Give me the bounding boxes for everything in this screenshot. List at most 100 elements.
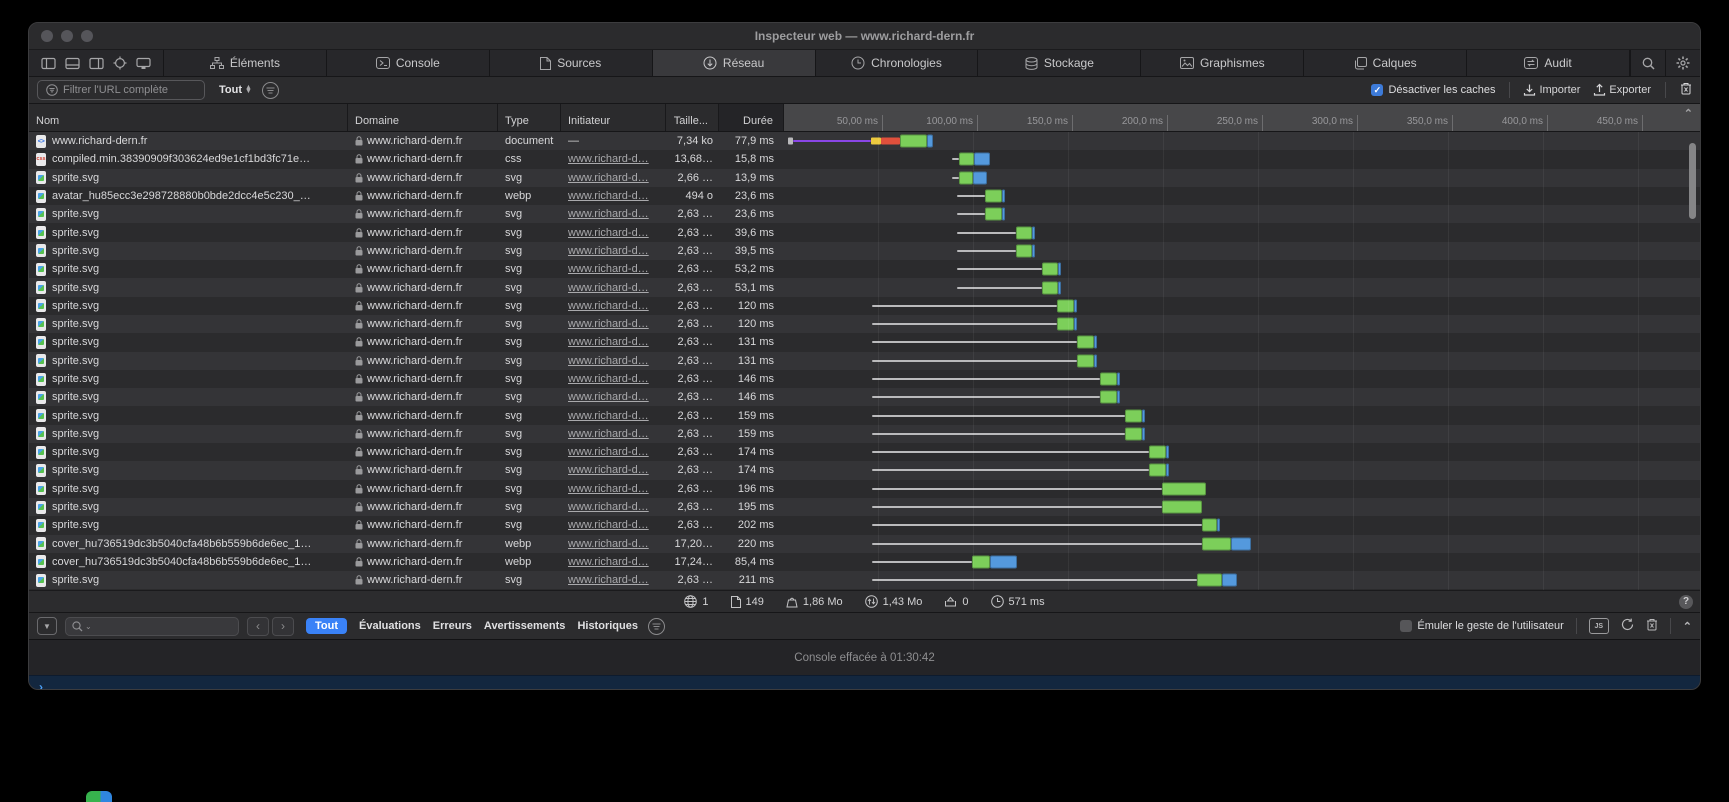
resource-initiator[interactable]: www.richard-d…: [568, 519, 649, 531]
dock-right-icon[interactable]: [89, 57, 104, 70]
reload-page-button[interactable]: [1621, 618, 1634, 634]
network-request-row[interactable]: sprite.svg www.richard-dern.fr svg www.r…: [29, 352, 1700, 370]
console-search-input[interactable]: ⌄: [65, 617, 239, 636]
resource-initiator[interactable]: www.richard-d…: [568, 574, 649, 586]
resource-initiator[interactable]: www.richard-d…: [568, 538, 649, 550]
scope-warnings[interactable]: Avertissements: [484, 620, 566, 632]
column-header-domain[interactable]: Domaine: [348, 104, 498, 131]
resource-initiator[interactable]: www.richard-d…: [568, 227, 649, 239]
resource-type: svg: [505, 373, 522, 385]
network-request-row[interactable]: sprite.svg www.richard-dern.fr svg www.r…: [29, 242, 1700, 260]
column-header-size[interactable]: Taille...: [666, 104, 719, 131]
tab-network[interactable]: Réseau: [653, 50, 816, 76]
collapse-waterfall-icon[interactable]: ⌃: [1684, 107, 1693, 120]
dock-left-icon[interactable]: [41, 57, 56, 70]
console-evaluations-button[interactable]: JS: [1589, 618, 1609, 634]
tab-console[interactable]: Console: [327, 50, 490, 76]
resource-duration: 211 ms: [739, 574, 774, 586]
column-header-type[interactable]: Type: [498, 104, 561, 131]
network-request-row[interactable]: sprite.svg www.richard-dern.fr svg www.r…: [29, 278, 1700, 296]
resource-initiator[interactable]: www.richard-d…: [568, 556, 649, 568]
resource-initiator[interactable]: www.richard-d…: [568, 483, 649, 495]
tab-elements[interactable]: Éléments: [164, 50, 327, 76]
network-request-row[interactable]: sprite.svg www.richard-dern.fr svg www.r…: [29, 333, 1700, 351]
column-header-duration[interactable]: Durée: [719, 104, 784, 131]
emulate-user-gesture-checkbox[interactable]: Émuler le geste de l'utilisateur: [1400, 620, 1563, 632]
resource-initiator[interactable]: www.richard-d…: [568, 410, 649, 422]
network-request-row[interactable]: sprite.svg www.richard-dern.fr svg www.r…: [29, 169, 1700, 187]
resource-initiator[interactable]: www.richard-d…: [568, 208, 649, 220]
network-request-row[interactable]: avatar_hu85ecc3e298728880b0bde2dcc4e5c23…: [29, 187, 1700, 205]
resource-initiator[interactable]: www.richard-d…: [568, 428, 649, 440]
resource-initiator[interactable]: www.richard-d…: [568, 336, 649, 348]
help-button[interactable]: ?: [1679, 595, 1693, 609]
column-header-initiator[interactable]: Initiateur: [561, 104, 666, 131]
resource-initiator[interactable]: www.richard-d…: [568, 300, 649, 312]
previous-result-button[interactable]: ‹: [247, 617, 269, 636]
tab-storage[interactable]: Stockage: [978, 50, 1141, 76]
network-request-row[interactable]: cover_hu736519dc3b5040cfa48b6b559b6de6ec…: [29, 553, 1700, 571]
console-prompt[interactable]: ›: [29, 675, 1700, 690]
url-filter-input[interactable]: Filtrer l'URL complète: [37, 80, 205, 100]
network-request-row[interactable]: sprite.svg www.richard-dern.fr svg www.r…: [29, 388, 1700, 406]
scope-logs[interactable]: Historiques: [577, 620, 638, 632]
scope-all[interactable]: Tout: [306, 618, 347, 634]
tab-timelines[interactable]: Chronologies: [816, 50, 979, 76]
clear-console-button[interactable]: [1646, 618, 1658, 634]
network-request-row[interactable]: sprite.svg www.richard-dern.fr svg www.r…: [29, 461, 1700, 479]
resource-domain: www.richard-dern.fr: [367, 538, 462, 550]
network-request-row[interactable]: sprite.svg www.richard-dern.fr svg www.r…: [29, 370, 1700, 388]
other-filters-button[interactable]: [262, 82, 279, 99]
resource-initiator[interactable]: www.richard-d…: [568, 190, 649, 202]
network-request-row[interactable]: sprite.svg www.richard-dern.fr svg www.r…: [29, 315, 1700, 333]
network-request-row[interactable]: sprite.svg www.richard-dern.fr svg www.r…: [29, 260, 1700, 278]
network-request-row[interactable]: csscompiled.min.38390909f303624ed9e1cf1b…: [29, 150, 1700, 168]
resource-type-select[interactable]: Tout ▲▼: [219, 84, 252, 96]
export-button[interactable]: Exporter: [1594, 84, 1651, 96]
tab-sources[interactable]: Sources: [490, 50, 653, 76]
resource-initiator[interactable]: www.richard-d…: [568, 318, 649, 330]
resource-initiator[interactable]: www.richard-d…: [568, 464, 649, 476]
resource-initiator[interactable]: www.richard-d…: [568, 245, 649, 257]
vertical-scrollbar[interactable]: [1689, 143, 1696, 219]
scope-evaluations[interactable]: Évaluations: [359, 620, 421, 632]
expand-console-button[interactable]: ⌃: [1683, 620, 1692, 633]
console-sources-picker[interactable]: ▼: [37, 617, 57, 635]
resource-initiator[interactable]: www.richard-d…: [568, 446, 649, 458]
clear-network-items-button[interactable]: [1680, 82, 1692, 98]
disable-caches-checkbox[interactable]: ✓ Désactiver les caches: [1371, 84, 1495, 96]
network-request-row[interactable]: sprite.svg www.richard-dern.fr svg www.r…: [29, 480, 1700, 498]
dock-bottom-icon[interactable]: [65, 57, 80, 70]
resource-initiator[interactable]: www.richard-d…: [568, 172, 649, 184]
network-request-row[interactable]: sprite.svg www.richard-dern.fr svg www.r…: [29, 425, 1700, 443]
network-request-row[interactable]: sprite.svg www.richard-dern.fr svg www.r…: [29, 205, 1700, 223]
resource-initiator[interactable]: www.richard-d…: [568, 153, 649, 165]
tab-graphics[interactable]: Graphismes: [1141, 50, 1304, 76]
network-request-row[interactable]: sprite.svg www.richard-dern.fr svg www.r…: [29, 297, 1700, 315]
search-button[interactable]: [1630, 50, 1665, 76]
element-picker-icon[interactable]: [113, 56, 127, 70]
resource-initiator[interactable]: www.richard-d…: [568, 391, 649, 403]
tab-audit[interactable]: Audit: [1467, 50, 1630, 76]
resource-initiator[interactable]: www.richard-d…: [568, 263, 649, 275]
network-request-row[interactable]: <>www.richard-dern.fr www.richard-dern.f…: [29, 132, 1700, 150]
console-filter-button[interactable]: [648, 618, 665, 635]
network-request-row[interactable]: sprite.svg www.richard-dern.fr svg www.r…: [29, 406, 1700, 424]
column-header-name[interactable]: Nom: [29, 104, 348, 131]
network-request-row[interactable]: sprite.svg www.richard-dern.fr svg www.r…: [29, 498, 1700, 516]
network-request-row[interactable]: sprite.svg www.richard-dern.fr svg www.r…: [29, 571, 1700, 589]
resource-initiator[interactable]: www.richard-d…: [568, 373, 649, 385]
network-request-row[interactable]: cover_hu736519dc3b5040cfa48b6b559b6de6ec…: [29, 535, 1700, 553]
network-request-row[interactable]: sprite.svg www.richard-dern.fr svg www.r…: [29, 223, 1700, 241]
import-button[interactable]: Importer: [1524, 84, 1580, 96]
scope-errors[interactable]: Erreurs: [433, 620, 472, 632]
settings-button[interactable]: [1665, 50, 1700, 76]
device-settings-icon[interactable]: [136, 57, 151, 70]
resource-initiator[interactable]: www.richard-d…: [568, 355, 649, 367]
tab-layers[interactable]: Calques: [1304, 50, 1467, 76]
resource-initiator[interactable]: www.richard-d…: [568, 501, 649, 513]
network-request-row[interactable]: sprite.svg www.richard-dern.fr svg www.r…: [29, 443, 1700, 461]
resource-initiator[interactable]: www.richard-d…: [568, 282, 649, 294]
network-request-row[interactable]: sprite.svg www.richard-dern.fr svg www.r…: [29, 516, 1700, 534]
next-result-button[interactable]: ›: [272, 617, 294, 636]
